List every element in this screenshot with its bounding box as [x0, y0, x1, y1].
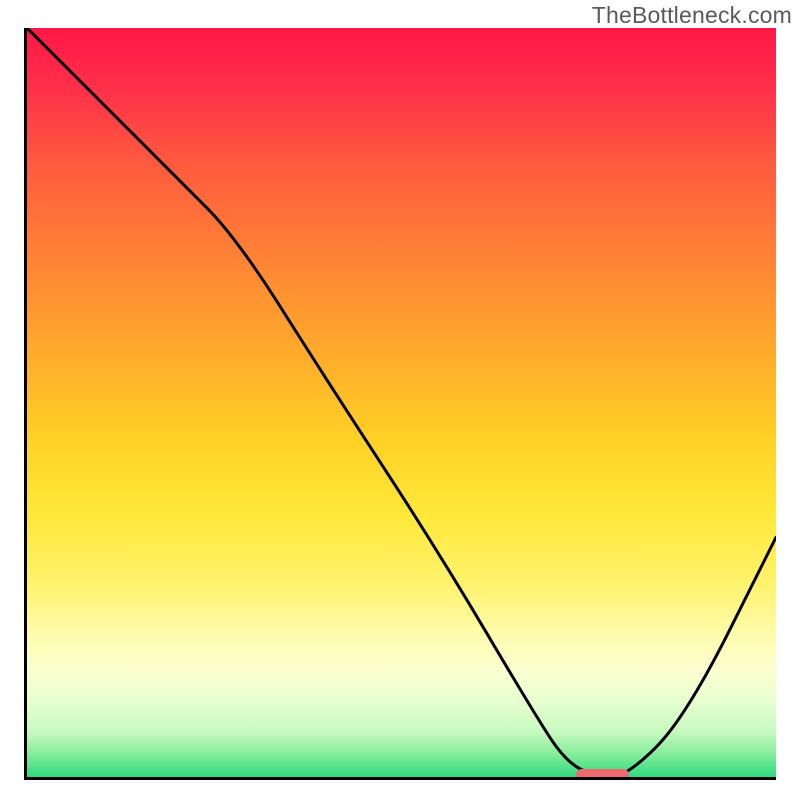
bottleneck-curve: [27, 28, 776, 777]
watermark-label: TheBottleneck.com: [592, 2, 792, 29]
minimum-marker: [576, 769, 629, 780]
chart-plot-area: [24, 28, 776, 780]
